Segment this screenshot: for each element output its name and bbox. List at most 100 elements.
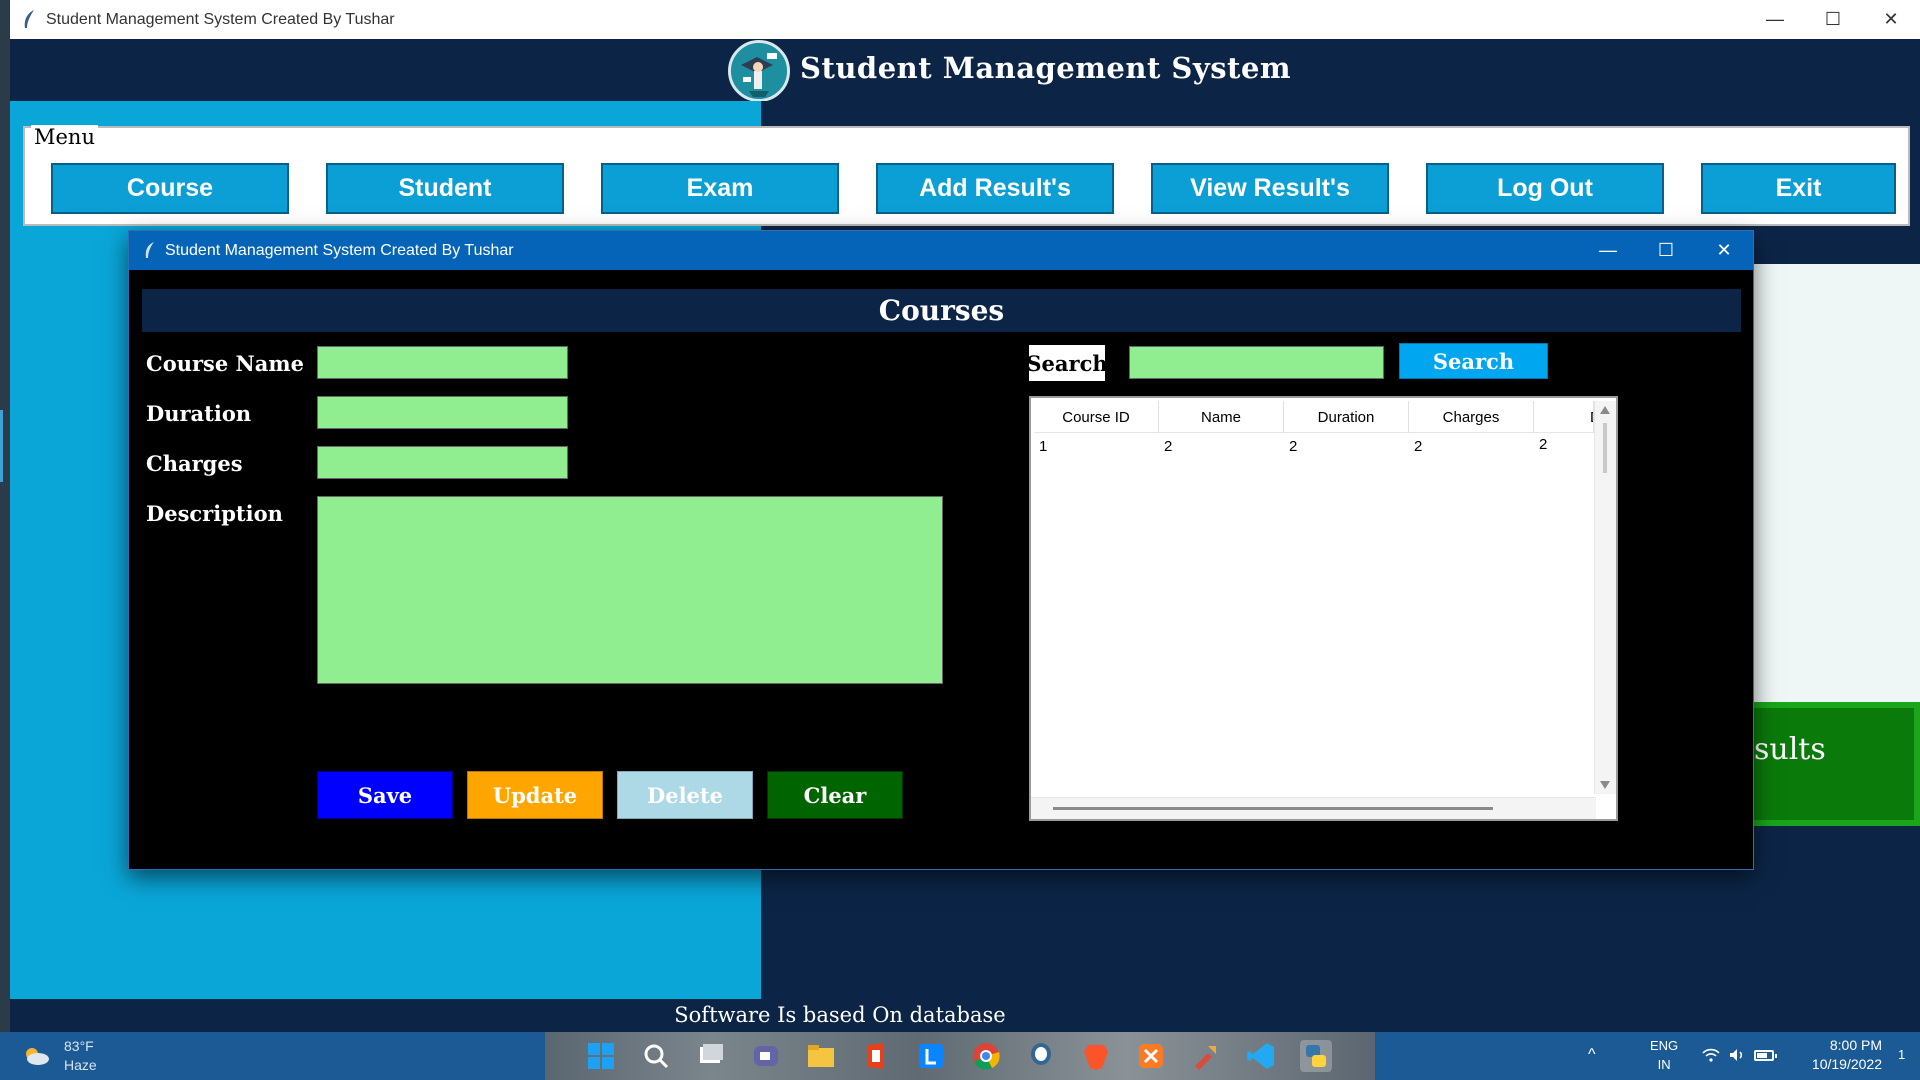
course-button[interactable]: Course xyxy=(51,163,289,214)
xampp-icon[interactable] xyxy=(1135,1040,1167,1072)
tool-icon[interactable] xyxy=(1190,1040,1222,1072)
footer-text: Software Is based On database xyxy=(674,1003,1006,1027)
desktop-left-edge xyxy=(0,0,10,1032)
chrome-icon[interactable] xyxy=(970,1040,1002,1072)
view-results-card[interactable]: sults xyxy=(1754,702,1920,826)
search-label: Search xyxy=(1026,345,1108,381)
log-out-button[interactable]: Log Out xyxy=(1426,163,1664,214)
python-icon[interactable] xyxy=(1300,1040,1332,1072)
wifi-icon[interactable] xyxy=(1702,1048,1720,1062)
duration-label: Duration xyxy=(146,401,252,426)
dialog-close-button[interactable]: ✕ xyxy=(1695,231,1753,270)
save-button[interactable]: Save xyxy=(317,771,453,819)
column-header-charges[interactable]: Charges xyxy=(1409,401,1534,433)
tray-overflow-chevron-icon[interactable]: ^ xyxy=(1588,1046,1596,1064)
file-explorer-icon[interactable] xyxy=(805,1040,837,1072)
main-window-titlebar[interactable]: Student Management System Created By Tus… xyxy=(10,0,1920,39)
vscode-icon[interactable] xyxy=(1245,1040,1277,1072)
table-header: Course ID Name Duration Charges D xyxy=(1034,401,1594,433)
column-header-course-id[interactable]: Course ID xyxy=(1034,401,1159,433)
notification-badge[interactable]: 1 xyxy=(1898,1047,1905,1062)
clock-date: 10/19/2022 xyxy=(1811,1056,1882,1072)
task-view-icon[interactable] xyxy=(695,1040,727,1072)
add-results-button[interactable]: Add Result's xyxy=(876,163,1114,214)
app-title: Student Management System xyxy=(800,51,1292,85)
table-cell: 2 xyxy=(1164,438,1173,455)
language-code: ENG xyxy=(1650,1038,1679,1053)
description-textarea[interactable] xyxy=(317,496,943,684)
courses-heading: Courses xyxy=(142,289,1741,332)
weather-haze-icon xyxy=(26,1048,49,1065)
clock-time: 8:00 PM xyxy=(1829,1037,1882,1053)
close-button[interactable]: ✕ xyxy=(1862,0,1920,39)
clock[interactable]: 8:00 PM 10/19/2022 xyxy=(1782,1036,1882,1074)
menu-frame: Menu Course Student Exam Add Result's Vi… xyxy=(23,125,1910,226)
scroll-down-icon[interactable] xyxy=(1600,781,1610,789)
column-header-name[interactable]: Name xyxy=(1159,401,1284,433)
brave-icon[interactable] xyxy=(1080,1040,1112,1072)
table-cell: 1 xyxy=(1039,438,1048,455)
course-name-input[interactable] xyxy=(317,346,568,379)
charges-label: Charges xyxy=(146,451,243,476)
scroll-up-icon[interactable] xyxy=(1600,406,1610,414)
table-cell: 2 xyxy=(1414,438,1423,455)
course-name-label: Course Name xyxy=(146,351,304,376)
table-body: 1 2 2 2 2 xyxy=(1034,436,1594,460)
weather-temperature: 83°F xyxy=(64,1038,94,1054)
region-code: IN xyxy=(1657,1057,1671,1072)
postgres-icon[interactable] xyxy=(1025,1040,1057,1072)
language-indicator[interactable]: ENG IN xyxy=(1650,1036,1678,1074)
column-header-duration[interactable]: Duration xyxy=(1284,401,1409,433)
feather-app-icon xyxy=(145,242,154,258)
duration-input[interactable] xyxy=(317,396,568,429)
student-button[interactable]: Student xyxy=(326,163,564,214)
horizontal-scroll-thumb[interactable] xyxy=(1053,807,1493,810)
status-footer: Software Is based On database xyxy=(10,999,1920,1032)
start-icon[interactable] xyxy=(585,1040,617,1072)
column-header-description[interactable]: D xyxy=(1534,401,1594,433)
exam-button[interactable]: Exam xyxy=(601,163,839,214)
clear-button[interactable]: Clear xyxy=(767,771,903,819)
battery-icon[interactable] xyxy=(1754,1050,1777,1061)
vertical-scrollbar[interactable] xyxy=(1594,401,1616,794)
description-label: Description xyxy=(146,501,283,526)
dialog-titlebar[interactable]: Student Management System Created By Tus… xyxy=(129,231,1753,270)
table-cell: 2 xyxy=(1539,436,1548,453)
view-results-button[interactable]: View Result's xyxy=(1151,163,1389,214)
maximize-button[interactable]: ☐ xyxy=(1804,0,1862,39)
minimize-button[interactable]: — xyxy=(1746,0,1804,39)
results-card-label: sults xyxy=(1754,732,1826,767)
background-white-panel xyxy=(1754,264,1920,704)
dialog-minimize-button[interactable]: — xyxy=(1579,231,1637,270)
search-input[interactable] xyxy=(1129,346,1384,379)
exit-button[interactable]: Exit xyxy=(1701,163,1896,214)
weather-condition: Haze xyxy=(64,1057,97,1073)
app-header: Student Management System xyxy=(10,39,1920,102)
system-tray: ^ ENG IN 8:00 PM 10/19/2022 1 xyxy=(1580,1032,1920,1080)
main-window-title: Student Management System Created By Tus… xyxy=(46,11,395,28)
feather-app-icon xyxy=(24,10,34,28)
search-button[interactable]: Search xyxy=(1399,343,1548,379)
weather-widget[interactable]: 83°F Haze xyxy=(22,1038,142,1076)
search-icon[interactable] xyxy=(640,1040,672,1072)
menu-legend: Menu xyxy=(31,125,98,149)
horizontal-scrollbar[interactable] xyxy=(1031,797,1596,819)
meet-icon[interactable] xyxy=(750,1040,782,1072)
taskbar-apps xyxy=(545,1032,1375,1080)
office-icon[interactable] xyxy=(860,1040,892,1072)
vertical-scroll-thumb[interactable] xyxy=(1603,423,1607,473)
desktop-left-accent xyxy=(0,410,3,482)
taskbar: 83°F Haze ^ ENG IN 8:00 PM 10/19/2022 1 xyxy=(0,1032,1920,1080)
charges-input[interactable] xyxy=(317,446,568,479)
l-app-icon[interactable] xyxy=(915,1040,947,1072)
courses-dialog: Student Management System Created By Tus… xyxy=(128,230,1754,870)
courses-table[interactable]: Course ID Name Duration Charges D 1 2 2 … xyxy=(1029,396,1618,821)
table-row[interactable]: 1 2 2 2 2 xyxy=(1034,436,1594,460)
table-cell: 2 xyxy=(1289,438,1298,455)
delete-button[interactable]: Delete xyxy=(617,771,753,819)
graduation-logo-icon xyxy=(728,40,790,102)
update-button[interactable]: Update xyxy=(467,771,603,819)
dialog-maximize-button[interactable]: ☐ xyxy=(1637,231,1695,270)
volume-icon[interactable] xyxy=(1728,1046,1746,1064)
graduation-logo-graphic xyxy=(731,43,787,99)
